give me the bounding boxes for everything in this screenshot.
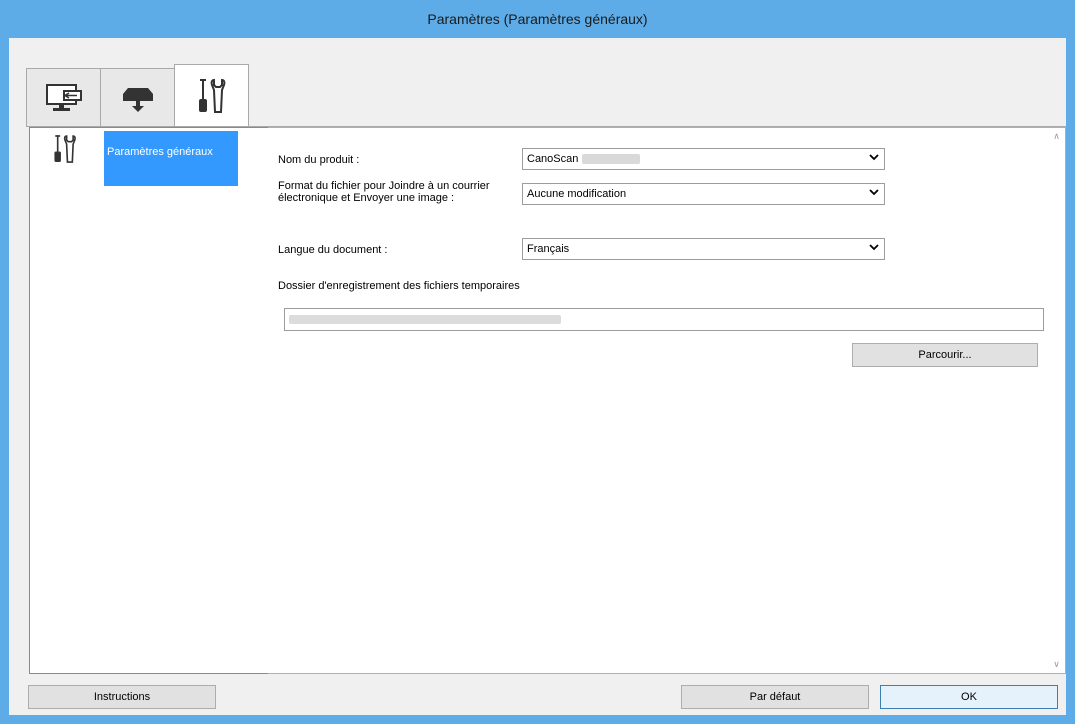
product-name-value: CanoScan — [527, 153, 579, 165]
dialog-client-area: Paramètres généraux Nom du produit : Can… — [9, 38, 1066, 715]
window-title: Paramètres (Paramètres généraux) — [427, 11, 648, 27]
sidebar-item-general-settings[interactable]: Paramètres généraux — [30, 128, 270, 186]
document-language-select[interactable]: Français — [522, 238, 885, 260]
redacted-path — [289, 315, 561, 324]
title-bar[interactable]: Paramètres (Paramètres généraux) — [0, 0, 1075, 38]
scroll-down-icon[interactable]: ∨ — [1048, 656, 1065, 673]
document-language-value: Français — [527, 243, 570, 255]
redacted-model — [582, 154, 641, 165]
document-language-label: Langue du document : — [278, 244, 388, 256]
settings-window: Paramètres (Paramètres généraux) Paramèt… — [0, 0, 1075, 724]
tab-general-settings[interactable] — [174, 64, 249, 126]
scanner-icon — [122, 87, 153, 112]
temp-folder-label: Dossier d'enregistrement des fichiers te… — [278, 280, 520, 292]
tools-icon — [198, 78, 225, 113]
scroll-up-icon[interactable]: ∧ — [1048, 128, 1065, 145]
file-format-value: Aucune modification — [527, 188, 627, 200]
ok-button[interactable]: OK — [880, 685, 1058, 709]
chevron-down-icon — [869, 244, 879, 251]
product-name-select[interactable]: CanoScan — [522, 148, 885, 170]
file-format-label: Format du fichier pour Joindre à un cour… — [278, 180, 490, 204]
settings-panel: Nom du produit : CanoScan Format du fich… — [268, 127, 1066, 674]
chevron-down-icon — [869, 154, 879, 161]
tab-scan-from-computer[interactable] — [26, 68, 101, 126]
temp-folder-path-field[interactable] — [284, 308, 1044, 331]
category-sidebar: Paramètres généraux — [29, 127, 269, 674]
vertical-scrollbar[interactable]: ∧ ∨ — [1048, 128, 1065, 673]
scan-to-computer-icon — [45, 83, 82, 111]
file-format-select[interactable]: Aucune modification — [522, 183, 885, 205]
browse-button[interactable]: Parcourir... — [852, 343, 1038, 367]
chevron-down-icon — [869, 189, 879, 196]
tools-icon — [54, 135, 76, 163]
defaults-button[interactable]: Par défaut — [681, 685, 869, 709]
product-name-label: Nom du produit : — [278, 154, 360, 166]
instructions-button[interactable]: Instructions — [28, 685, 216, 709]
tab-strip — [26, 64, 249, 126]
sidebar-item-label: Paramètres généraux — [104, 131, 238, 186]
tab-scan-from-operation-panel[interactable] — [100, 68, 175, 126]
